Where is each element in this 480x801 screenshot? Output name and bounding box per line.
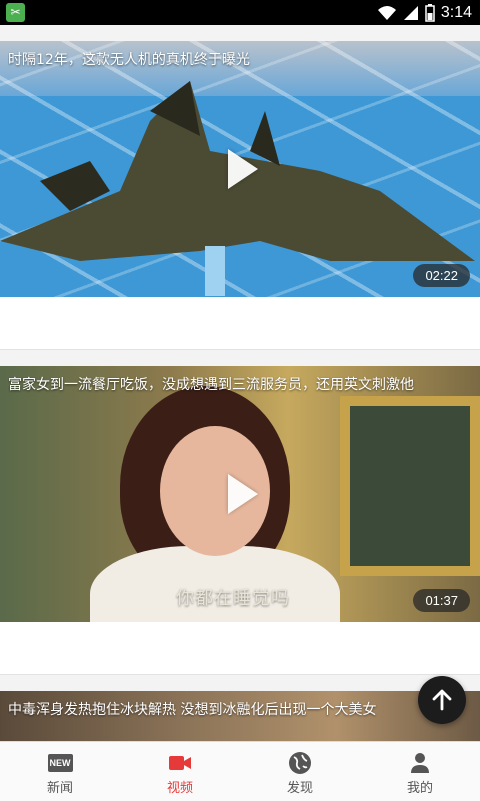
battery-icon <box>425 3 435 22</box>
nav-item-video[interactable]: 视频 <box>120 742 240 801</box>
scissors-icon: ✂ <box>6 3 25 22</box>
feed-gap <box>0 25 480 41</box>
person-icon <box>407 751 433 775</box>
feed-gap <box>0 675 480 691</box>
video-camera-icon <box>167 751 193 775</box>
video-card[interactable]: 你都在睡觉吗 富家女到一流餐厅吃饭，没成想遇到三流服务员，还用英文刺激他 01:… <box>0 366 480 675</box>
wifi-icon <box>377 5 396 20</box>
video-feed[interactable]: 时隔12年，这款无人机的真机终于曝光 02:22 你都在睡觉吗 富家女到一流餐厅… <box>0 25 480 741</box>
video-thumbnail[interactable]: 你都在睡觉吗 富家女到一流餐厅吃饭，没成想遇到三流服务员，还用英文刺激他 01:… <box>0 366 480 622</box>
nav-label: 新闻 <box>46 781 73 796</box>
bottom-nav: NEW 新闻 视频 发现 我的 <box>0 741 480 801</box>
video-card[interactable]: 中毒浑身发热抱住冰块解热 没想到冰融化后出现一个大美女 <box>0 691 480 741</box>
nav-item-me[interactable]: 我的 <box>360 742 480 801</box>
news-badge: NEW <box>47 754 73 772</box>
picture-frame <box>340 396 480 576</box>
card-footer <box>0 622 480 675</box>
nav-item-discover[interactable]: 发现 <box>240 742 360 801</box>
duration-badge: 02:22 <box>413 264 470 287</box>
video-subtitle: 你都在睡觉吗 <box>176 588 290 609</box>
nav-item-news[interactable]: NEW 新闻 <box>0 742 120 801</box>
video-thumbnail[interactable]: 中毒浑身发热抱住冰块解热 没想到冰融化后出现一个大美女 <box>0 691 480 741</box>
nav-label: 我的 <box>406 781 433 796</box>
video-title: 富家女到一流餐厅吃饭，没成想遇到三流服务员，还用英文刺激他 <box>8 377 414 393</box>
video-title: 中毒浑身发热抱住冰块解热 没想到冰融化后出现一个大美女 <box>8 702 377 718</box>
globe-icon <box>287 751 313 775</box>
signal-icon <box>403 5 418 20</box>
scroll-to-top-button[interactable] <box>418 676 466 724</box>
status-right-group: 3:14 <box>377 0 472 25</box>
video-card[interactable]: 时隔12年，这款无人机的真机终于曝光 02:22 <box>0 41 480 350</box>
news-icon: NEW <box>47 751 73 775</box>
feed-gap <box>0 350 480 366</box>
play-icon[interactable] <box>228 474 258 514</box>
video-title: 时隔12年，这款无人机的真机终于曝光 <box>8 52 250 68</box>
play-icon[interactable] <box>228 149 258 189</box>
nav-label: 视频 <box>166 781 193 796</box>
status-time: 3:14 <box>440 3 472 21</box>
card-footer <box>0 297 480 350</box>
nav-label: 发现 <box>286 781 313 796</box>
video-thumbnail[interactable]: 时隔12年，这款无人机的真机终于曝光 02:22 <box>0 41 480 297</box>
status-bar: ✂ 3:14 <box>0 0 480 25</box>
duration-badge: 01:37 <box>413 589 470 612</box>
arrow-up-icon <box>432 689 452 711</box>
